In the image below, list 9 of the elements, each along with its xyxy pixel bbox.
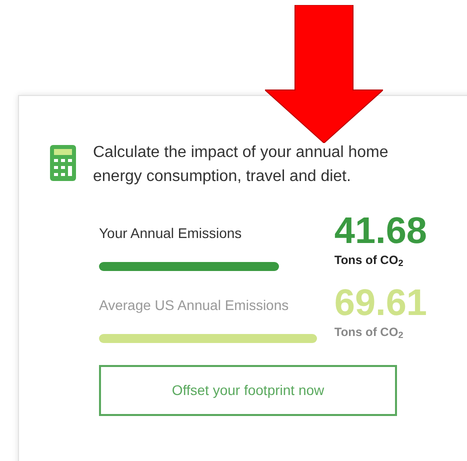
calculator-icon (50, 145, 76, 181)
emissions-value: 41.68 (334, 211, 427, 251)
offset-button[interactable]: Offset your footprint now (99, 365, 397, 416)
emissions-label: Your Annual Emissions (99, 224, 243, 243)
emissions-unit: Tons of CO$_{2}$ (334, 252, 404, 269)
emissions-label: Average US Annual Emissions (99, 296, 290, 315)
emissions-value: 69.61 (334, 283, 427, 323)
intro-text: Calculate the impact of your annual home energy consumption, travel and diet. (93, 143, 390, 187)
emissions-unit: Tons of CO$_{2}$ (334, 324, 404, 341)
